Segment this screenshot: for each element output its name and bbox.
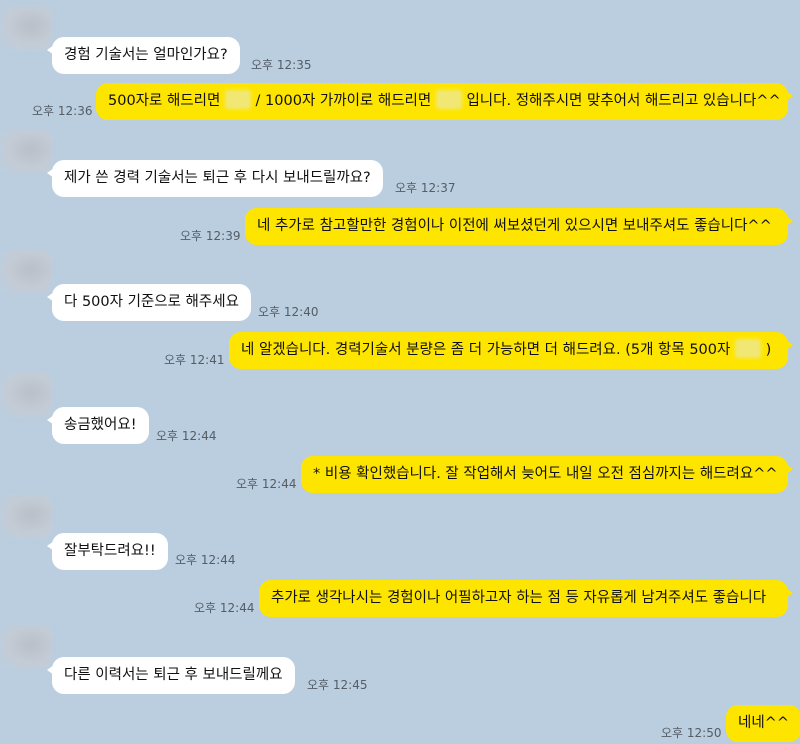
message-text: 네 추가로 참고할만한 경험이나 이전에 써보셨던게 있으시면 보내주셔도 좋습… [257,218,772,234]
message-time: 오후 12:37 [395,181,456,195]
message-bubble-incoming[interactable]: 경험 기술서는 얼마인가요? [47,37,240,74]
message-bubble-outgoing[interactable]: * 비용 확인했습니다. 잘 작업해서 늦어도 내일 오전 점심까지는 해드려요… [301,456,793,493]
avatar[interactable] [0,495,52,539]
message-text: 네 알겠습니다. 경력기술서 분량은 좀 더 가능하면 더 해드려요. (5개 … [241,342,731,358]
message-text: 다른 이력서는 퇴근 후 보내드릴께요 [64,667,283,683]
message-bubble-incoming[interactable]: 다 500자 기준으로 해주세요 [47,284,251,321]
message-text: * 비용 확인했습니다. 잘 작업해서 늦어도 내일 오전 점심까지는 해드려요… [313,466,778,482]
redacted-price [224,90,251,109]
message-bubble-incoming[interactable]: 다른 이력서는 퇴근 후 보내드릴께요 [47,657,295,694]
message-text: 추가로 생각나시는 경험이나 어필하고자 하는 점 등 자유롭게 남겨주셔도 좋… [271,590,767,606]
message-time: 오후 12:44 [236,477,297,491]
message-text: / 1000자 가까이로 해드리면 [255,93,432,109]
message-text: 네네^^ [738,715,789,731]
avatar[interactable] [0,625,52,669]
message-text: 입니다. 정해주시면 맞추어서 해드리고 있습니다^^ [466,93,781,109]
avatar[interactable] [0,373,52,417]
avatar[interactable] [0,6,52,50]
avatar[interactable] [0,250,52,294]
redacted-price [734,339,761,358]
message-time: 오후 12:39 [180,229,241,243]
message-text: 송금했어요! [64,417,137,433]
redacted-price [435,90,462,109]
message-text: 제가 쓴 경력 기술서는 퇴근 후 다시 보내드릴까요? [64,170,371,186]
message-text: 잘부탁드려요!! [64,543,156,559]
message-bubble-outgoing[interactable]: 추가로 생각나시는 경험이나 어필하고자 하는 점 등 자유롭게 남겨주셔도 좋… [259,580,793,617]
message-time: 오후 12:44 [156,429,217,443]
message-bubble-incoming[interactable]: 송금했어요! [47,407,149,444]
message-text: 500자로 해드리면 [108,93,221,109]
message-time: 오후 12:44 [175,553,236,567]
avatar[interactable] [0,130,52,174]
message-text: 다 500자 기준으로 해주세요 [64,294,239,310]
message-time: 오후 12:44 [194,601,255,615]
message-bubble-outgoing[interactable]: 네 알겠습니다. 경력기술서 분량은 좀 더 가능하면 더 해드려요. (5개 … [229,332,793,369]
message-time: 오후 12:36 [32,104,93,118]
message-text: ) [765,342,772,358]
message-time: 오후 12:50 [661,726,722,740]
message-bubble-outgoing[interactable]: 500자로 해드리면 / 1000자 가까이로 해드리면 입니다. 정해주시면 … [96,83,793,120]
message-bubble-incoming[interactable]: 제가 쓴 경력 기술서는 퇴근 후 다시 보내드릴까요? [47,160,383,197]
message-time: 오후 12:45 [307,678,368,692]
message-time: 오후 12:40 [258,305,319,319]
message-bubble-outgoing[interactable]: 네 추가로 참고할만한 경험이나 이전에 써보셨던게 있으시면 보내주셔도 좋습… [245,208,793,245]
message-bubble-incoming[interactable]: 잘부탁드려요!! [47,533,168,570]
message-text: 경험 기술서는 얼마인가요? [64,47,228,63]
message-time: 오후 12:35 [251,58,312,72]
message-time: 오후 12:41 [164,353,225,367]
message-bubble-outgoing[interactable]: 네네^^ [726,705,800,742]
